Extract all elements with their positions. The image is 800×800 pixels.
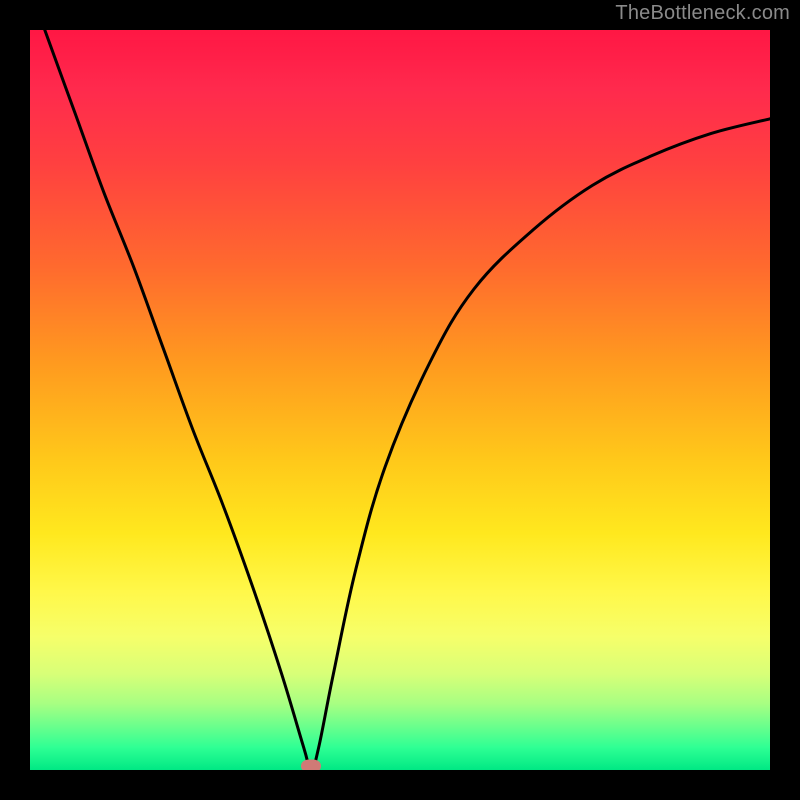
plot-area	[30, 30, 770, 770]
chart-frame: TheBottleneck.com	[0, 0, 800, 800]
bottleneck-curve	[30, 30, 770, 770]
watermark-text: TheBottleneck.com	[615, 2, 790, 25]
optimum-marker	[301, 760, 321, 770]
